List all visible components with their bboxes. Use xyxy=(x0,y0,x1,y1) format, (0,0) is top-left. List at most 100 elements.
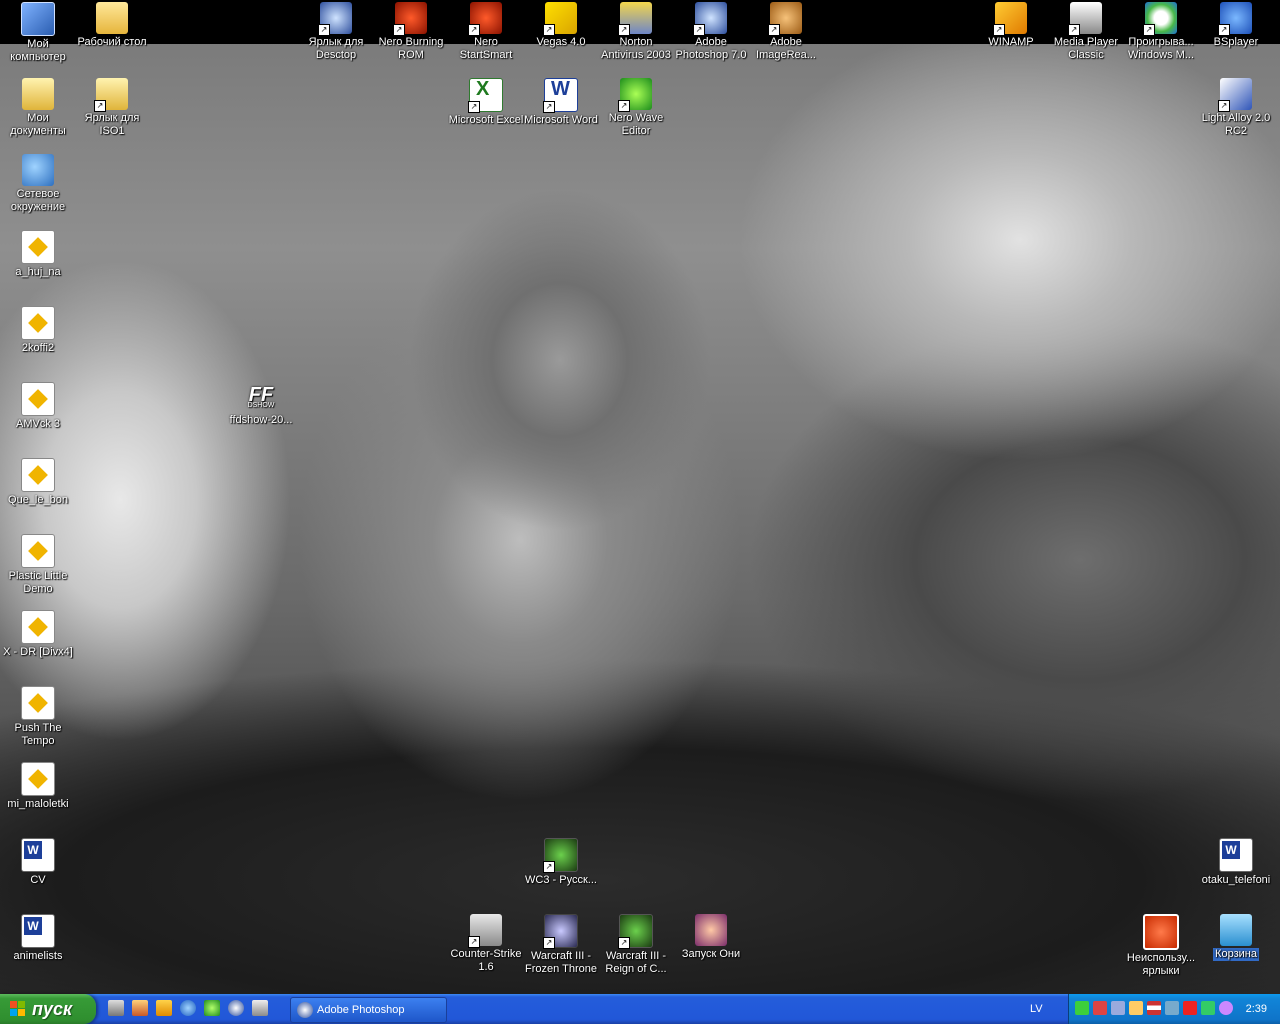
desktop-icon-xdr-divx[interactable]: X - DR [Divx4] xyxy=(0,610,76,659)
antivirus-tray-icon[interactable] xyxy=(1093,1001,1107,1015)
desktop-icon-winamp[interactable]: ↗ WINAMP xyxy=(973,2,1049,49)
icon-label: Norton Antivirus 2003 xyxy=(601,36,671,61)
desktop-icon-photoshop[interactable]: ↗ Adobe Photoshop 7.0 xyxy=(673,2,749,62)
icon-label: Рабочий стол xyxy=(77,36,147,48)
icon-label: Неиспользу... ярлыки xyxy=(1126,952,1196,977)
photoshop-eye-icon: ↗ xyxy=(693,2,727,36)
folder-tray-icon[interactable] xyxy=(1129,1001,1143,1015)
audio-file-icon xyxy=(21,230,55,264)
photoshop-quick-icon[interactable] xyxy=(228,1000,244,1016)
desktop-icon-counter-strike[interactable]: ↗ Counter-Strike 1.6 xyxy=(448,914,524,974)
desktop-icon-my-documents[interactable]: Мои документы xyxy=(0,78,76,138)
desktop-wallpaper: Мой компьютер Рабочий стол Мои документы… xyxy=(0,0,1280,994)
audio-file-icon xyxy=(21,306,55,340)
norton-icon: ↗ xyxy=(618,2,652,36)
media-quick-icon[interactable] xyxy=(252,1000,268,1016)
volume-tray-icon[interactable] xyxy=(1111,1001,1125,1015)
desktop-icon-network[interactable]: Сетевое окружение xyxy=(0,154,76,214)
start-button[interactable]: пуск xyxy=(0,994,96,1024)
ati-tray-icon[interactable] xyxy=(1183,1001,1197,1015)
desktop-icon-mpc[interactable]: ↗ Media Player Classic xyxy=(1048,2,1124,62)
desktop-icon-desktop[interactable]: Рабочий стол xyxy=(74,2,150,49)
settings-tray-icon[interactable] xyxy=(1165,1001,1179,1015)
show-desktop-icon[interactable] xyxy=(108,1000,124,1016)
desktop-icon-wc3-russian[interactable]: ↗ WC3 - Русск... xyxy=(523,838,599,887)
desktop-icon-imageready[interactable]: ↗ Adobe ImageRea... xyxy=(748,2,824,62)
nero-wave-quick-icon[interactable] xyxy=(204,1000,220,1016)
start-label: пуск xyxy=(32,999,73,1019)
winamp-bolt-icon: ↗ xyxy=(993,2,1027,36)
desktop-icon-bsplayer[interactable]: ↗ BSplayer xyxy=(1198,2,1274,49)
desktop-icon-unused-shortcuts[interactable]: Неиспользу... ярлыки xyxy=(1123,914,1199,978)
desktop-icon-iso-shortcut[interactable]: ↗ Ярлык для ISO1 xyxy=(74,78,150,138)
desktop-icon-excel[interactable]: ↗ Microsoft Excel xyxy=(448,78,524,127)
icon-label: Adobe ImageRea... xyxy=(756,36,816,61)
icon-label: Light Alloy 2.0 RC2 xyxy=(1201,112,1271,137)
icon-label: Microsoft Excel xyxy=(448,114,524,126)
icon-label: Nero StartSmart xyxy=(459,36,513,61)
icon-label: Plastic Little Demo xyxy=(8,570,68,595)
icon-label: mi_maloletki xyxy=(7,798,69,810)
icon-label: ffdshow-20... xyxy=(229,414,293,426)
icon-label: Корзина xyxy=(1213,948,1259,961)
desktop-icon-otaku[interactable]: otaku_telefoni xyxy=(1198,838,1274,887)
word-document-icon xyxy=(21,838,55,872)
desktop-icon-animelists[interactable]: animelists xyxy=(0,914,76,963)
desktop-icon-light-alloy[interactable]: ↗ Light Alloy 2.0 RC2 xyxy=(1198,78,1274,138)
ffdshow-icon: FF DSHOW xyxy=(245,380,277,412)
folder-icon xyxy=(96,2,128,34)
light-alloy-icon: ↗ xyxy=(1218,78,1252,112)
desktop-icon-wmp[interactable]: ↗ Проигрыва... Windows M... xyxy=(1123,2,1199,62)
desktop-icon-recycle-bin[interactable]: Корзина xyxy=(1198,914,1274,965)
desktop-icon-word[interactable]: ↗ Microsoft Word xyxy=(523,78,599,127)
icon-label: AMVck 3 xyxy=(15,418,60,430)
desktop-icon-mi-maloletki[interactable]: mi_maloletki xyxy=(0,762,76,811)
icon-label: Que_le_bon xyxy=(8,494,68,506)
icon-label: Media Player Classic xyxy=(1053,36,1119,61)
system-tray: 2:39 xyxy=(1068,994,1280,1024)
media-player-icon: ↗ xyxy=(1143,2,1177,36)
shortcut-icon: ↗ xyxy=(318,2,352,36)
icon-label: Сетевое окружение xyxy=(10,188,66,213)
vegas-icon: ↗ xyxy=(543,2,577,36)
clock[interactable]: 2:39 xyxy=(1246,994,1267,1024)
winamp-quick-icon[interactable] xyxy=(156,1000,172,1016)
wave-editor-icon: ↗ xyxy=(618,78,652,112)
update-tray-icon[interactable] xyxy=(1201,1001,1215,1015)
desktop-icon-ffdshow[interactable]: FF DSHOW ffdshow-20... xyxy=(223,380,299,427)
explorer-icon[interactable] xyxy=(132,1000,148,1016)
desktop-icon-my-computer[interactable]: Мой компьютер xyxy=(0,2,76,64)
desktop-icon-wc3-reign[interactable]: ↗ Warcraft III - Reign of C... xyxy=(598,914,674,976)
desktop-icon-2koffi2[interactable]: 2koffi2 xyxy=(0,306,76,355)
warcraft-icon: ↗ xyxy=(618,914,653,949)
anime-girl-icon xyxy=(695,914,727,946)
desktop-icon-push-tempo[interactable]: Push The Tempo xyxy=(0,686,76,748)
desktop-icon-nero-wave[interactable]: ↗ Nero Wave Editor xyxy=(598,78,674,138)
desktop-icon-vegas[interactable]: ↗ Vegas 4.0 xyxy=(523,2,599,49)
desktop-icon-nero-burning[interactable]: ↗ Nero Burning ROM xyxy=(373,2,449,62)
language-indicator[interactable]: LV xyxy=(1030,994,1043,1024)
player-tray-icon[interactable] xyxy=(1219,1001,1233,1015)
network-tray-icon[interactable] xyxy=(1075,1001,1089,1015)
desktop-icon-cv[interactable]: CV xyxy=(0,838,76,887)
frozen-throne-icon: ↗ xyxy=(543,914,578,949)
icon-label: Проигрыва... Windows M... xyxy=(1127,36,1194,61)
desktop-icon-desctop-shortcut[interactable]: ↗ Ярлык для Desctop xyxy=(298,2,374,62)
audio-file-icon xyxy=(21,382,55,416)
icon-label: Мой компьютер xyxy=(10,38,66,63)
icon-label: Nero Wave Editor xyxy=(608,112,664,137)
icon-label: 2koffi2 xyxy=(21,342,55,354)
desktop-icon-a-huj-na[interactable]: a_huj_na xyxy=(0,230,76,279)
desktop-icon-que-le-bon[interactable]: Que_le_bon xyxy=(0,458,76,507)
desktop-icon-wc3-frozen-throne[interactable]: ↗ Warcraft III - Frozen Throne xyxy=(523,914,599,976)
desktop-icon-plastic-little[interactable]: Plastic Little Demo xyxy=(0,534,76,596)
desktop-icon-oni[interactable]: Запуск Они xyxy=(673,914,749,961)
desktop-icon-amvck3[interactable]: AMVck 3 xyxy=(0,382,76,431)
taskbar-button-photoshop[interactable]: Adobe Photoshop xyxy=(290,997,447,1023)
internet-explorer-icon[interactable] xyxy=(180,1000,196,1016)
flag-tray-icon[interactable] xyxy=(1147,1001,1161,1015)
disc-image-icon: ↗ xyxy=(94,78,128,112)
bsplayer-icon: ↗ xyxy=(1218,2,1252,36)
desktop-icon-norton[interactable]: ↗ Norton Antivirus 2003 xyxy=(598,2,674,62)
desktop-icon-nero-startsmart[interactable]: ↗ Nero StartSmart xyxy=(448,2,524,62)
